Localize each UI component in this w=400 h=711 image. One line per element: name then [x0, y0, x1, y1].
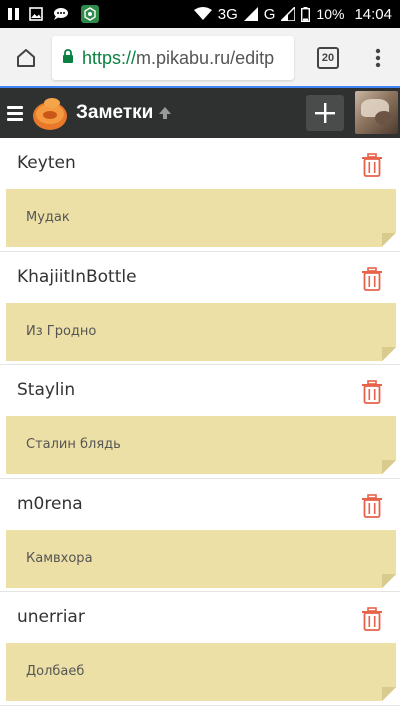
note-item: Staylin Сталин блядь: [0, 365, 400, 479]
page-curl: [382, 233, 396, 247]
arrow-up-icon[interactable]: [158, 106, 172, 120]
url-text: m.pikabu.ru/editp: [136, 47, 275, 68]
note-text: Сталин блядь: [26, 437, 121, 452]
trash-icon[interactable]: [361, 493, 383, 518]
add-note-button[interactable]: [306, 95, 344, 131]
pikabu-logo[interactable]: [30, 93, 70, 133]
note-username[interactable]: Keyten: [17, 153, 76, 173]
signal-icon-2: [281, 7, 296, 21]
plus-icon: [315, 103, 335, 123]
tabs-button[interactable]: 20: [298, 28, 358, 88]
note-card: Из Гродно: [6, 302, 396, 361]
note-text: Камвхора: [26, 550, 93, 566]
browser-menu-button[interactable]: [358, 28, 398, 88]
note-text: Долбаеб: [26, 664, 85, 679]
home-icon: [17, 49, 35, 67]
note-card: Сталин блядь: [6, 416, 396, 474]
note-text: Мудак: [26, 210, 70, 225]
network-type-1: 3G: [217, 5, 238, 23]
note-item: KhajiitInBottle Из Гродно: [0, 252, 400, 365]
pause-icon: [8, 8, 19, 20]
clock: 14:04: [354, 5, 392, 23]
page-title: Заметки: [76, 102, 154, 123]
note-card: Камвхора: [6, 529, 396, 588]
more-vert-icon: [375, 48, 381, 68]
avatar[interactable]: [355, 91, 398, 134]
note-card: Мудак: [6, 189, 396, 247]
page-curl: [382, 460, 396, 474]
tab-count: 20: [317, 47, 339, 69]
note-username[interactable]: Staylin: [17, 380, 75, 400]
browser-toolbar: https://m.pikabu.ru/editp 20: [0, 28, 400, 88]
note-username[interactable]: m0rena: [17, 494, 83, 514]
note-username[interactable]: unerriar: [17, 607, 85, 627]
url-scheme: https://: [82, 47, 137, 68]
app-notification-icon: [81, 5, 99, 23]
trash-icon[interactable]: [361, 266, 383, 291]
battery-icon: [301, 6, 311, 22]
notes-list: Keyten Мудак KhajiitInBottle Из Гродно S…: [0, 138, 400, 706]
battery-percent: 10%: [316, 6, 345, 22]
note-text: Из Гродно: [26, 323, 97, 339]
home-button[interactable]: [0, 28, 52, 88]
note-item: unerriar Долбаеб: [0, 592, 400, 706]
address-bar[interactable]: https://m.pikabu.ru/editp: [52, 36, 294, 80]
menu-icon[interactable]: [0, 88, 30, 138]
lock-icon: [62, 48, 74, 69]
trash-icon[interactable]: [361, 607, 383, 631]
wifi-icon: [193, 7, 212, 21]
note-item: Keyten Мудак: [0, 138, 400, 252]
trash-icon[interactable]: [361, 153, 383, 177]
gallery-icon: [29, 7, 43, 21]
trash-icon[interactable]: [361, 380, 383, 404]
note-item: m0rena Камвхора: [0, 479, 400, 592]
page-curl: [382, 346, 396, 361]
app-header: Заметки: [0, 88, 400, 138]
note-username[interactable]: KhajiitInBottle: [17, 267, 137, 287]
page-curl: [382, 687, 396, 701]
status-bar: 3G G 10% 14:04: [0, 0, 400, 28]
note-card: Долбаеб: [6, 643, 396, 701]
page-curl: [382, 573, 396, 588]
signal-icon: [243, 7, 258, 21]
chat-bubble-icon: [53, 7, 71, 21]
network-type-2: G: [263, 5, 276, 23]
